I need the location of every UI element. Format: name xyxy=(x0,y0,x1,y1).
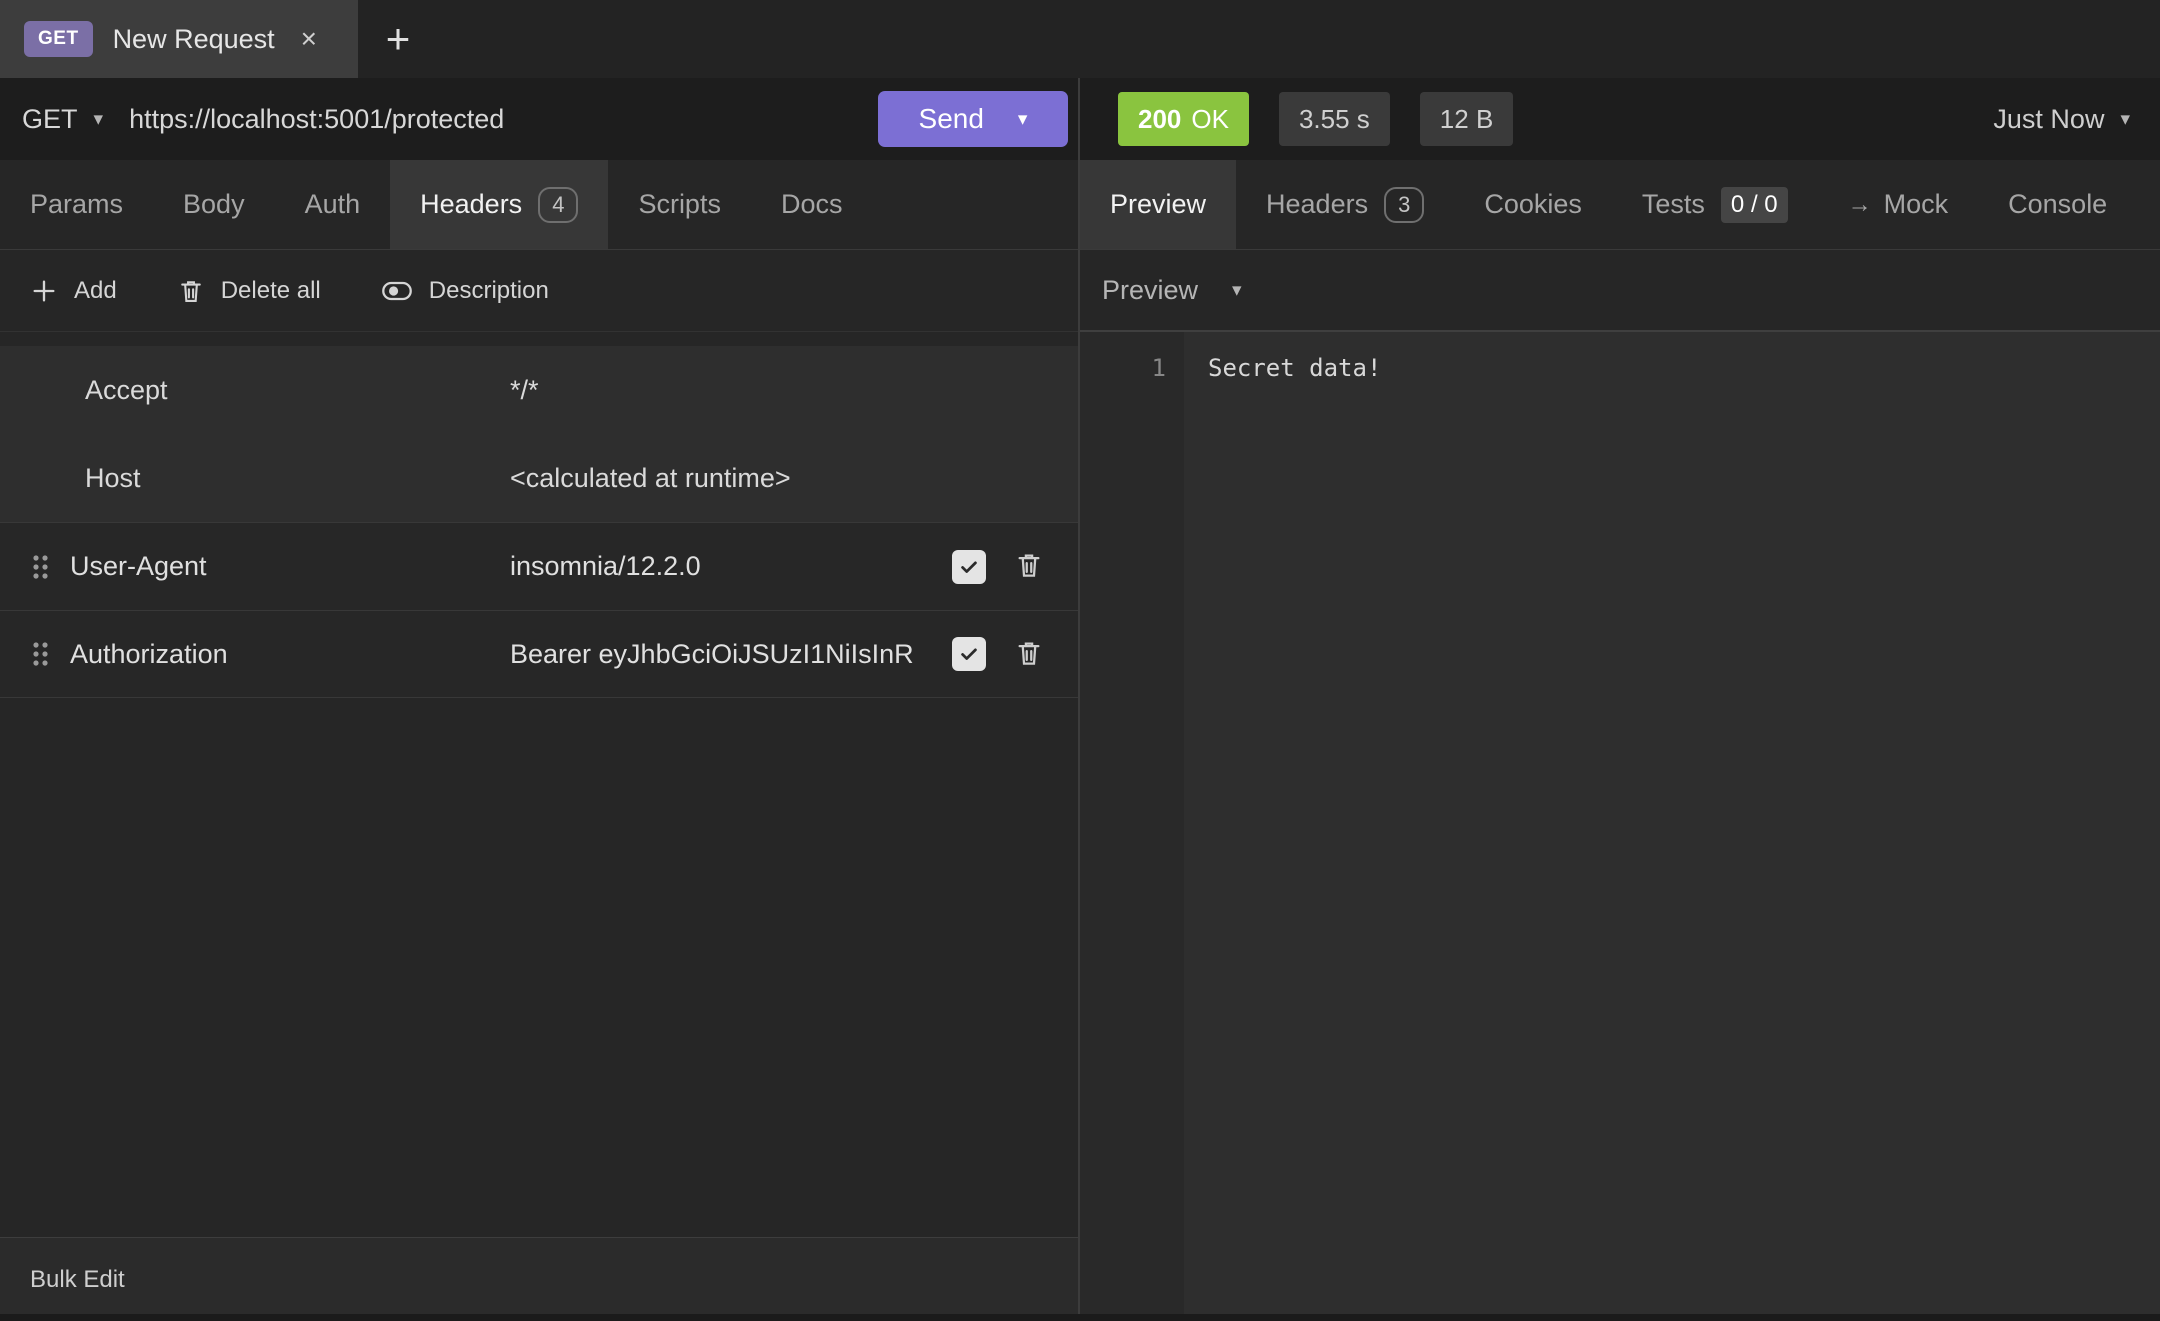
drag-handle-icon[interactable] xyxy=(30,552,70,582)
send-label: Send xyxy=(919,103,984,135)
response-body-line: Secret data! xyxy=(1208,350,2160,386)
method-selector[interactable]: GET xyxy=(22,104,78,135)
delete-header-button[interactable] xyxy=(1014,638,1044,671)
send-dropdown-icon[interactable]: ▾ xyxy=(1018,108,1028,131)
chevron-down-icon: ▾ xyxy=(2120,108,2130,131)
enabled-checkbox[interactable] xyxy=(952,550,986,584)
tab-scripts[interactable]: Scripts xyxy=(608,160,751,249)
method-caret-icon[interactable]: ▾ xyxy=(94,108,104,131)
response-headers-count-badge: 3 xyxy=(1384,187,1424,223)
drag-handle-icon[interactable] xyxy=(30,639,70,669)
check-icon xyxy=(958,643,980,665)
header-name-input[interactable]: User-Agent xyxy=(70,551,510,582)
header-name: Accept xyxy=(0,375,510,406)
url-bar: GET ▾ https://localhost:5001/protected S… xyxy=(0,78,1078,160)
request-tab-bar: GET New Request × + xyxy=(0,0,2160,78)
plus-icon: + xyxy=(386,15,411,63)
eye-icon xyxy=(381,277,413,305)
delete-all-button[interactable]: Delete all xyxy=(177,277,321,305)
add-header-button[interactable]: Add xyxy=(30,277,117,305)
description-button[interactable]: Description xyxy=(381,277,549,305)
header-row-authorization: Authorization Bearer eyJhbGciOiJSUzI1NiI… xyxy=(0,610,1078,698)
tab-docs[interactable]: Docs xyxy=(751,160,873,249)
insomnia-window: GET New Request × + GET ▾ https://localh… xyxy=(0,0,2160,1321)
line-number: 1 xyxy=(1080,350,1184,386)
request-tab[interactable]: GET New Request × xyxy=(0,0,358,78)
chevron-down-icon: ▾ xyxy=(1232,279,1242,302)
response-time-badge: 3.55 s xyxy=(1279,92,1390,146)
status-badge: 200 OK xyxy=(1118,92,1249,146)
header-name-input[interactable]: Authorization xyxy=(70,639,510,670)
request-tabs: Params Body Auth Headers 4 Scripts Docs xyxy=(0,160,1078,250)
response-size-badge: 12 B xyxy=(1420,92,1514,146)
trash-icon xyxy=(1014,550,1044,580)
method-badge: GET xyxy=(24,21,93,57)
delete-header-button[interactable] xyxy=(1014,550,1044,583)
code-area[interactable]: Secret data! xyxy=(1184,332,2160,1321)
header-value-input[interactable]: insomnia/12.2.0 xyxy=(510,551,942,582)
header-row-host: Host <calculated at runtime> xyxy=(0,434,1078,522)
window-bottom-edge xyxy=(0,1314,2160,1321)
headers-list: Accept */* Host <calculated at runtime> … xyxy=(0,332,1078,1237)
headers-toolbar: Add Delete all Description xyxy=(0,250,1078,332)
request-tab-title: New Request xyxy=(113,24,275,55)
preview-toolbar: Preview ▾ xyxy=(1080,250,2160,332)
response-meta-bar: 200 OK 3.55 s 12 B Just Now ▾ xyxy=(1080,78,2160,160)
new-tab-button[interactable]: + xyxy=(358,0,438,78)
tab-tests[interactable]: Tests 0 / 0 xyxy=(1612,160,1818,249)
auto-headers-block: Accept */* Host <calculated at runtime> xyxy=(0,346,1078,522)
preview-mode-dropdown[interactable]: Preview ▾ xyxy=(1102,275,1242,306)
tab-console[interactable]: Console xyxy=(1978,160,2137,249)
tab-headers[interactable]: Headers 4 xyxy=(390,160,608,249)
header-value: */* xyxy=(510,375,539,406)
tab-body[interactable]: Body xyxy=(153,160,275,249)
response-body-editor[interactable]: 1 Secret data! xyxy=(1080,332,2160,1321)
response-panel: 200 OK 3.55 s 12 B Just Now ▾ Preview He… xyxy=(1080,78,2160,1321)
line-number-gutter: 1 xyxy=(1080,332,1184,1321)
tab-params[interactable]: Params xyxy=(0,160,153,249)
tab-preview[interactable]: Preview xyxy=(1080,160,1236,249)
tab-mock[interactable]: → Mock xyxy=(1818,160,1979,249)
header-value: <calculated at runtime> xyxy=(510,463,791,494)
close-tab-icon[interactable]: × xyxy=(301,23,317,55)
bulk-edit-button[interactable]: Bulk Edit xyxy=(30,1266,125,1294)
tab-cookies[interactable]: Cookies xyxy=(1454,160,1612,249)
request-panel: GET ▾ https://localhost:5001/protected S… xyxy=(0,78,1080,1321)
url-input[interactable]: https://localhost:5001/protected xyxy=(129,104,504,135)
trash-icon xyxy=(1014,638,1044,668)
enabled-checkbox[interactable] xyxy=(952,637,986,671)
header-row-accept: Accept */* xyxy=(0,346,1078,434)
tab-auth[interactable]: Auth xyxy=(275,160,391,249)
header-row-user-agent: User-Agent insomnia/12.2.0 xyxy=(0,522,1078,610)
check-icon xyxy=(958,556,980,578)
response-history-dropdown[interactable]: Just Now ▾ xyxy=(1993,104,2130,135)
tab-response-headers[interactable]: Headers 3 xyxy=(1236,160,1454,249)
header-value-input[interactable]: Bearer eyJhbGciOiJSUzI1NiIsInR xyxy=(510,639,942,670)
trash-icon xyxy=(177,277,205,305)
tests-count-badge: 0 / 0 xyxy=(1721,187,1788,223)
headers-count-badge: 4 xyxy=(538,187,578,223)
header-name: Host xyxy=(0,463,510,494)
send-button[interactable]: Send ▾ xyxy=(878,91,1068,147)
response-tabs: Preview Headers 3 Cookies Tests 0 / 0 → … xyxy=(1080,160,2160,250)
bulk-edit-bar: Bulk Edit xyxy=(0,1237,1078,1321)
plus-icon xyxy=(30,277,58,305)
arrow-right-icon: → xyxy=(1848,191,1872,219)
